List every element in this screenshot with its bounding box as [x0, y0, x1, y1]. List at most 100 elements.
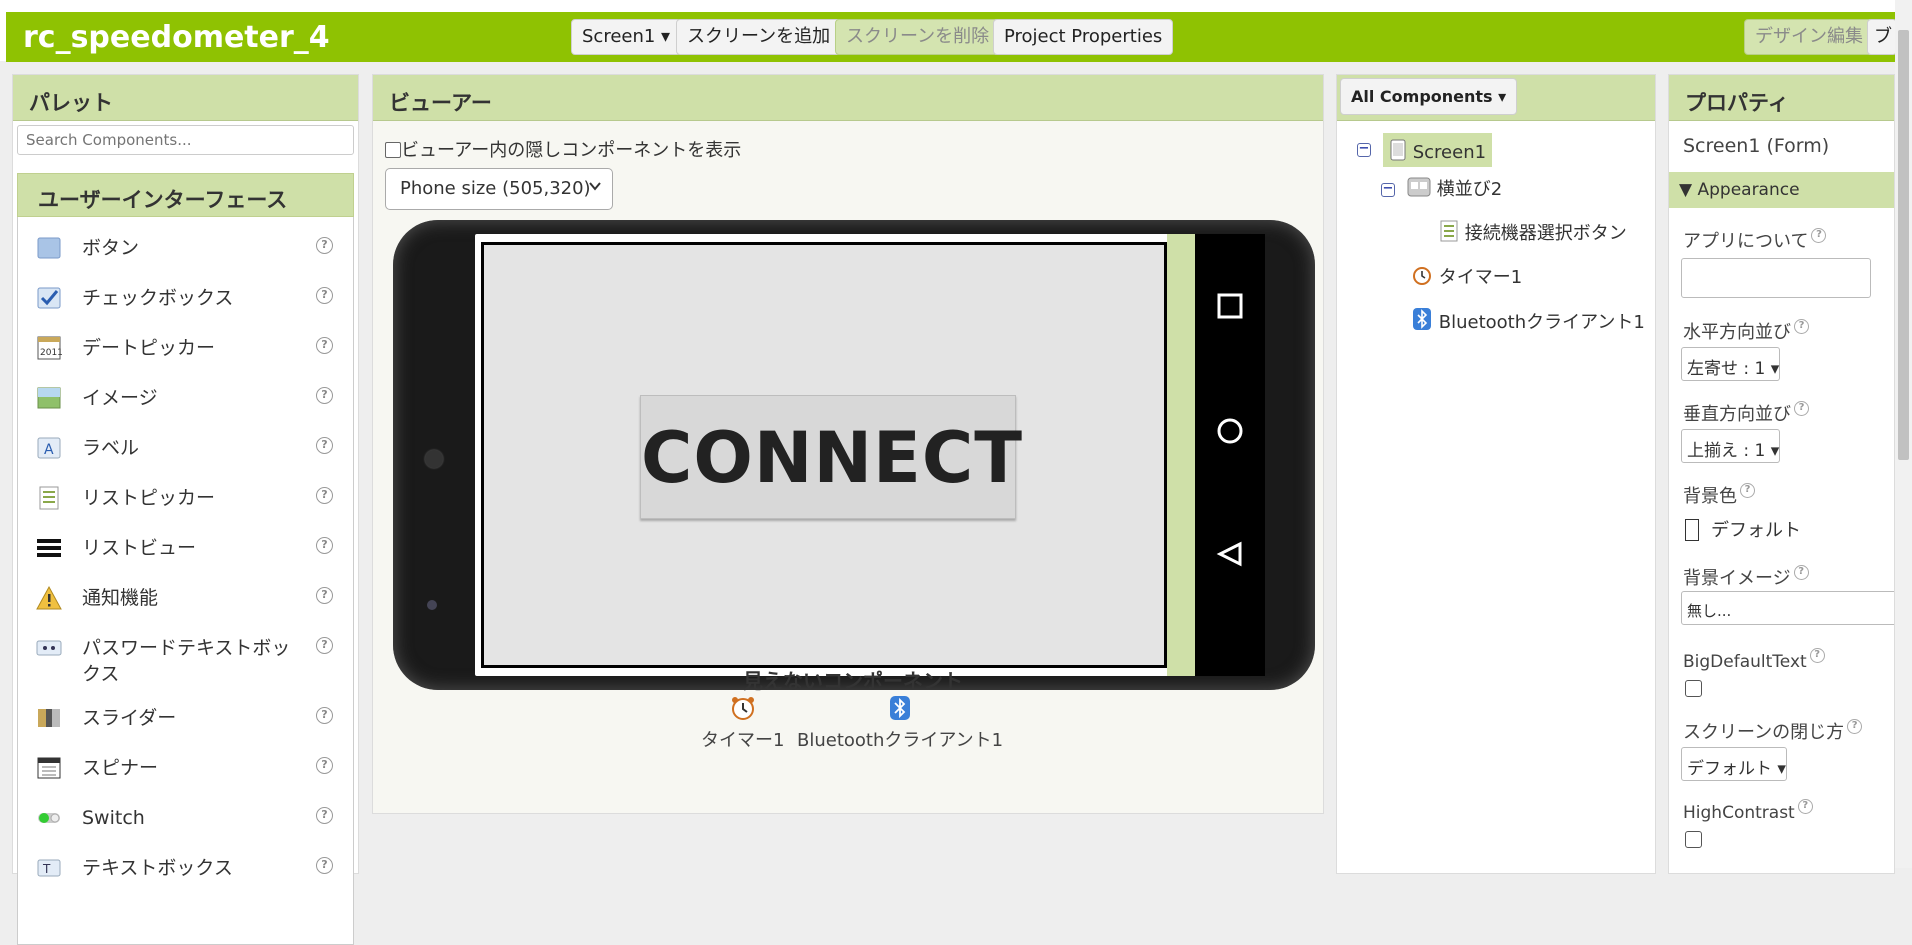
help-icon[interactable]: ? [1809, 648, 1825, 663]
blocks-button[interactable]: ブ [1867, 19, 1897, 55]
phone-mockup: CONNECT [393, 220, 1315, 690]
palette-item-button[interactable]: ボタン ? [18, 223, 353, 273]
switch-icon [36, 805, 62, 831]
top-bar: rc_speedometer_4 Screen1 ▾ スクリーンを追加 スクリー… [0, 0, 1897, 62]
remove-screen-button[interactable]: スクリーンを削除 [835, 19, 1001, 55]
phone-screen: CONNECT [475, 234, 1195, 676]
help-icon[interactable]: ? [316, 807, 333, 824]
palette-category-user-interface[interactable]: ユーザーインターフェース [17, 173, 354, 217]
checkbox[interactable] [385, 142, 401, 158]
help-icon[interactable]: ? [1793, 565, 1809, 580]
all-components-dropdown[interactable]: All Components ▾ [1340, 78, 1518, 115]
palette-item-image[interactable]: イメージ ? [18, 373, 353, 423]
palette-item-label: テキストボックス [82, 857, 233, 879]
svg-text:T: T [42, 862, 51, 876]
help-icon[interactable]: ? [1794, 401, 1809, 416]
phone-size-select[interactable]: Phone size (505,320) [385, 168, 613, 210]
clock-icon [701, 695, 784, 726]
help-icon[interactable]: ? [316, 637, 333, 654]
bg-image-label: 背景イメージ? [1683, 564, 1809, 590]
help-icon[interactable]: ? [316, 707, 333, 724]
help-icon[interactable]: ? [1811, 228, 1827, 243]
palette-item-password[interactable]: パスワードテキストボックス ? [18, 623, 353, 693]
palette-item-listpicker[interactable]: リストピッカー ? [18, 473, 353, 523]
bg-color-value: デフォルト [1711, 520, 1801, 541]
project-properties-button[interactable]: Project Properties [993, 19, 1174, 55]
help-icon[interactable]: ? [316, 337, 333, 354]
align-horizontal-select[interactable]: 左寄せ : 1 ▾ [1681, 347, 1781, 381]
collapse-screen1-toggle[interactable]: − [1357, 142, 1371, 157]
tree-node-timer-label: タイマー1 [1438, 267, 1523, 288]
invisible-timer[interactable]: タイマー1 [701, 695, 784, 752]
slider-icon [36, 705, 62, 731]
help-icon[interactable]: ? [316, 387, 333, 404]
help-icon[interactable]: ? [316, 437, 333, 454]
palette-item-label[interactable]: A ラベル ? [18, 423, 353, 473]
about-textarea[interactable] [1681, 258, 1871, 298]
align-vertical-select[interactable]: 上揃え : 1 ▾ [1681, 429, 1781, 463]
help-icon[interactable]: ? [316, 857, 333, 874]
tree-node-screen1[interactable]: Screen1 [1383, 133, 1493, 167]
tree-node-bluetooth[interactable]: Bluetoothクライアント1 [1411, 307, 1645, 334]
tree-node-screen1-label: Screen1 [1412, 142, 1487, 163]
palette-item-notifier[interactable]: 通知機能 ? [18, 573, 353, 623]
help-icon[interactable]: ? [1797, 799, 1813, 814]
help-icon[interactable]: ? [316, 537, 333, 554]
palette-panel: パレット ユーザーインターフェース ボタン ? チェックボックス ? 2011 … [12, 74, 359, 945]
palette-item-switch[interactable]: Switch ? [18, 793, 353, 843]
palette-item-textbox[interactable]: T テキストボックス ? [18, 843, 353, 893]
close-animation-select[interactable]: デフォルト ▾ [1681, 747, 1787, 781]
triangle-down-icon: ▼ [1679, 180, 1693, 200]
screen-select-button[interactable]: Screen1 ▾ [571, 19, 682, 55]
listview-icon [36, 535, 62, 561]
appearance-section-label: Appearance [1697, 180, 1800, 200]
help-icon[interactable]: ? [1740, 483, 1755, 498]
search-components-input[interactable] [17, 125, 354, 155]
bg-color-picker[interactable]: デフォルト [1685, 516, 1801, 542]
datepicker-icon: 2011 [36, 335, 63, 361]
help-icon[interactable]: ? [316, 587, 333, 604]
label-icon: A [36, 435, 62, 461]
invisible-bluetooth[interactable]: Bluetoothクライアント1 [797, 695, 1003, 752]
phone-nav-bar [1195, 234, 1265, 676]
palette-item-slider[interactable]: スライダー ? [18, 693, 353, 743]
color-swatch [1685, 519, 1699, 541]
design-edit-button[interactable]: デザイン編集 [1744, 19, 1874, 55]
svg-text:2011: 2011 [40, 348, 62, 358]
listpicker-icon [36, 485, 62, 511]
listpicker-icon [1439, 220, 1459, 244]
help-icon[interactable]: ? [316, 237, 333, 254]
add-screen-button[interactable]: スクリーンを追加 [676, 19, 842, 55]
big-default-text-checkbox[interactable] [1685, 680, 1702, 697]
tree-node-horizontal[interactable]: 横並び2 [1407, 175, 1502, 201]
tree-node-timer[interactable]: タイマー1 [1411, 263, 1522, 289]
help-icon[interactable]: ? [316, 487, 333, 504]
connect-button[interactable]: CONNECT [640, 395, 1022, 519]
scrollbar-thumb[interactable] [1898, 30, 1909, 460]
bg-image-select[interactable]: 無し... [1681, 591, 1894, 625]
bluetooth-icon [797, 695, 1003, 726]
viewer-title: ビューアー [373, 75, 1323, 121]
phone-camera-icon [427, 600, 437, 610]
palette-item-label: Switch [82, 807, 145, 829]
about-label-text: アプリについて [1683, 231, 1809, 252]
help-icon[interactable]: ? [316, 287, 333, 304]
bg-color-label: 背景色? [1683, 482, 1755, 508]
show-hidden-components-checkbox[interactable]: ビューアー内の隠しコンポーネントを表示 [385, 136, 741, 162]
palette-item-datepicker[interactable]: 2011 デートピッカー ? [18, 323, 353, 373]
palette-item-listview[interactable]: リストビュー ? [18, 523, 353, 573]
screen1-canvas[interactable]: CONNECT [481, 242, 1167, 668]
image-icon [36, 385, 62, 411]
tree-node-listpicker[interactable]: 接続機器選択ボタン [1439, 219, 1627, 245]
help-icon[interactable]: ? [1847, 719, 1863, 734]
page-scrollbar[interactable] [1895, 0, 1912, 868]
help-icon[interactable]: ? [1794, 319, 1809, 334]
palette-item-spinner[interactable]: スピナー ? [18, 743, 353, 793]
top-bar-background: rc_speedometer_4 Screen1 ▾ スクリーンを追加 スクリー… [6, 12, 1897, 62]
appearance-section-header[interactable]: ▼ Appearance [1669, 172, 1894, 208]
high-contrast-checkbox[interactable] [1685, 831, 1702, 848]
palette-item-label: チェックボックス [82, 287, 234, 309]
help-icon[interactable]: ? [316, 757, 333, 774]
palette-item-checkbox[interactable]: チェックボックス ? [18, 273, 353, 323]
collapse-horizontal-toggle[interactable]: − [1381, 182, 1395, 197]
